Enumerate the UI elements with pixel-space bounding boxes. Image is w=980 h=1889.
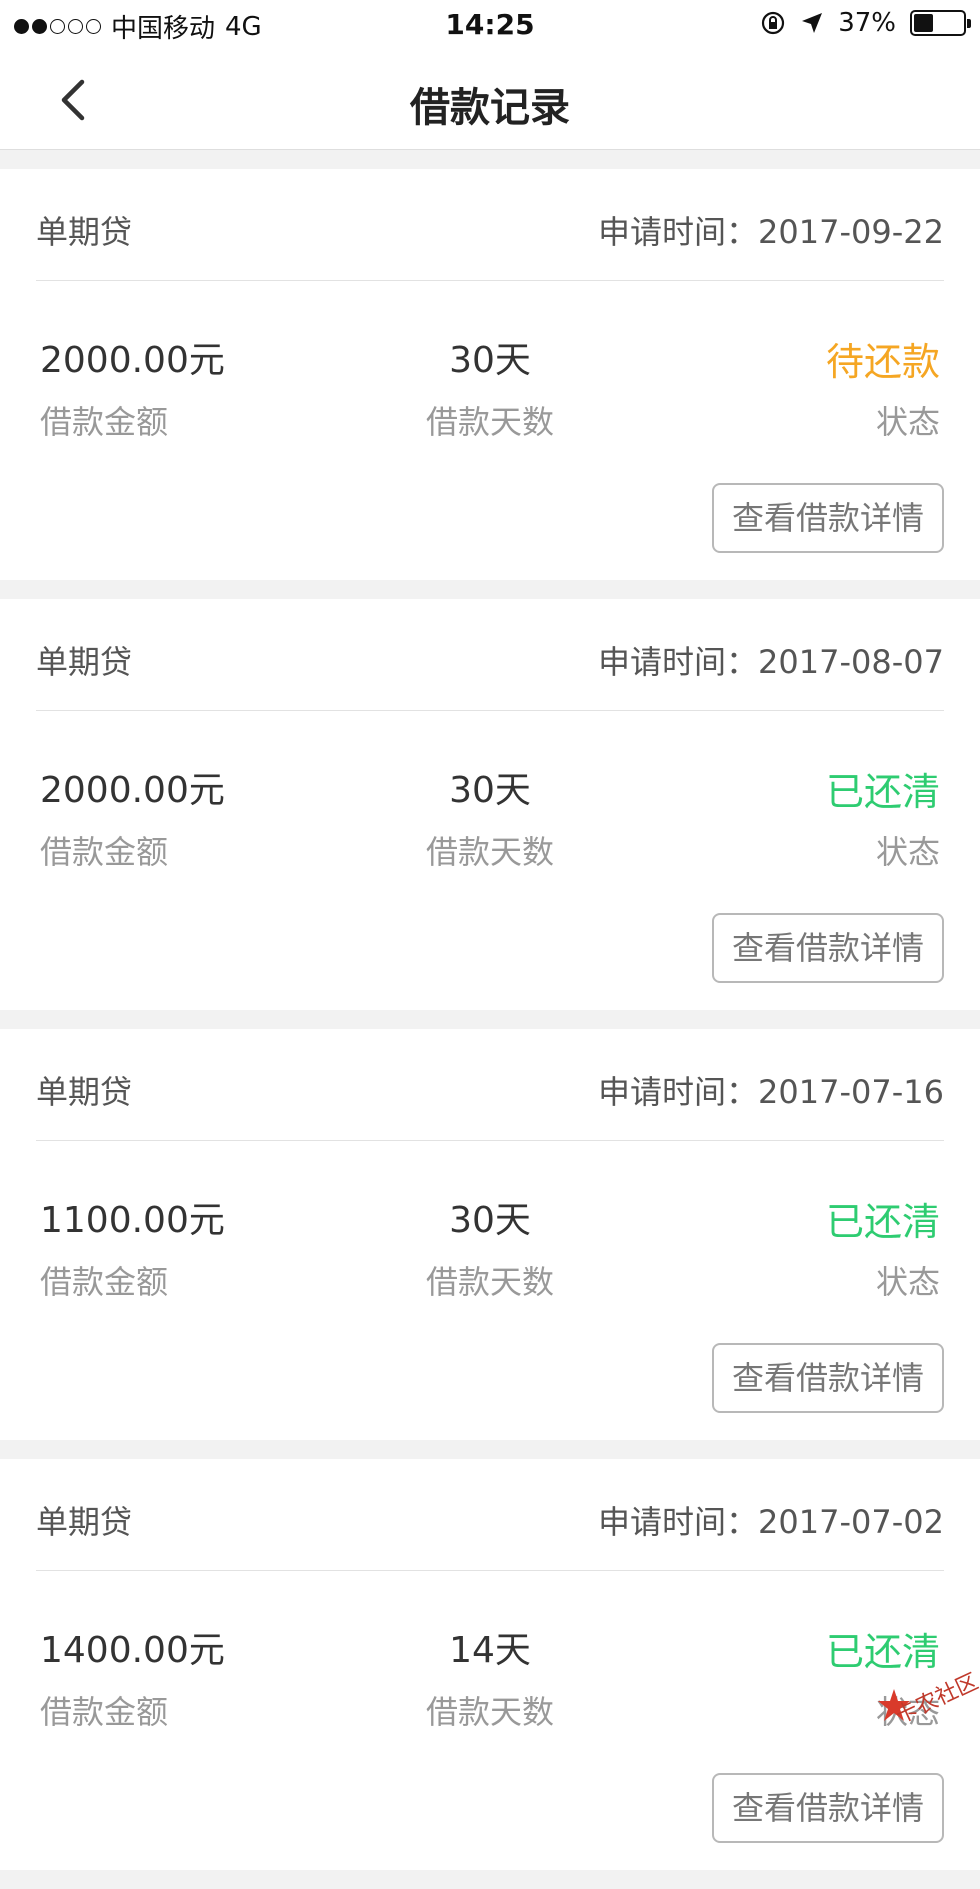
view-loan-detail-button[interactable]: 查看借款详情 bbox=[712, 1773, 944, 1843]
card-header: 单期贷 申请时间：2017-08-07 bbox=[36, 599, 944, 711]
loan-days-label: 借款天数 bbox=[0, 1257, 980, 1303]
view-loan-detail-button[interactable]: 查看借款详情 bbox=[712, 483, 944, 553]
view-loan-detail-button[interactable]: 查看借款详情 bbox=[712, 1343, 944, 1413]
loan-days-label: 借款天数 bbox=[0, 827, 980, 873]
battery-icon bbox=[910, 10, 966, 36]
apply-time: 申请时间：2017-07-16 bbox=[598, 1067, 944, 1113]
loan-record-card: 单期贷申请时间：2017-07-021400.00元借款金额14天借款天数已还清… bbox=[0, 1459, 980, 1870]
loan-status-label: 状态 bbox=[876, 397, 940, 443]
loan-status: 已还清 bbox=[826, 1191, 940, 1246]
battery-percent: 37% bbox=[838, 8, 896, 38]
loan-record-card: 单期贷申请时间：2017-08-072000.00元借款金额30天借款天数已还清… bbox=[0, 599, 980, 1010]
apply-date: 2017-08-07 bbox=[758, 643, 944, 681]
loan-status-label: 状态 bbox=[876, 1257, 940, 1303]
page-title: 借款记录 bbox=[0, 75, 980, 133]
location-arrow-icon bbox=[800, 11, 824, 35]
loan-status: 已还清 bbox=[826, 761, 940, 816]
status-bar: 中国移动 4G 14:25 37% bbox=[0, 0, 980, 50]
apply-date: 2017-07-02 bbox=[758, 1503, 944, 1541]
apply-time-label: 申请时间： bbox=[598, 213, 758, 251]
loan-days-label: 借款天数 bbox=[0, 397, 980, 443]
apply-date: 2017-09-22 bbox=[758, 213, 944, 251]
product-name: 单期贷 bbox=[36, 1497, 132, 1543]
status-right: 37% bbox=[760, 8, 966, 38]
product-name: 单期贷 bbox=[36, 637, 132, 683]
loan-status-label: 状态 bbox=[876, 827, 940, 873]
nav-bar: 借款记录 bbox=[0, 50, 980, 150]
battery-fill bbox=[914, 14, 933, 32]
loan-days-label: 借款天数 bbox=[0, 1687, 980, 1733]
loan-status: 待还款 bbox=[826, 331, 940, 386]
apply-time: 申请时间：2017-08-07 bbox=[598, 637, 944, 683]
card-header: 单期贷 申请时间：2017-07-02 bbox=[36, 1459, 944, 1571]
view-loan-detail-button[interactable]: 查看借款详情 bbox=[712, 913, 944, 983]
loan-record-card: 单期贷申请时间：2017-07-161100.00元借款金额30天借款天数已还清… bbox=[0, 1029, 980, 1440]
apply-time: 申请时间：2017-07-02 bbox=[598, 1497, 944, 1543]
product-name: 单期贷 bbox=[36, 1067, 132, 1113]
loan-record-list: 单期贷申请时间：2017-09-222000.00元借款金额30天借款天数待还款… bbox=[0, 169, 980, 1889]
card-header: 单期贷 申请时间：2017-07-16 bbox=[36, 1029, 944, 1141]
watermark-logo: 卡农社区 bbox=[874, 1663, 972, 1729]
apply-time-label: 申请时间： bbox=[598, 1503, 758, 1541]
loan-record-card: 单期贷申请时间：2017-09-222000.00元借款金额30天借款天数待还款… bbox=[0, 169, 980, 580]
apply-time-label: 申请时间： bbox=[598, 1073, 758, 1111]
apply-time: 申请时间：2017-09-22 bbox=[598, 207, 944, 253]
apply-date: 2017-07-16 bbox=[758, 1073, 944, 1111]
watermark-text: 卡农社区 bbox=[889, 1664, 980, 1730]
rotation-lock-icon bbox=[760, 10, 786, 36]
product-name: 单期贷 bbox=[36, 207, 132, 253]
card-header: 单期贷 申请时间：2017-09-22 bbox=[36, 169, 944, 281]
apply-time-label: 申请时间： bbox=[598, 643, 758, 681]
